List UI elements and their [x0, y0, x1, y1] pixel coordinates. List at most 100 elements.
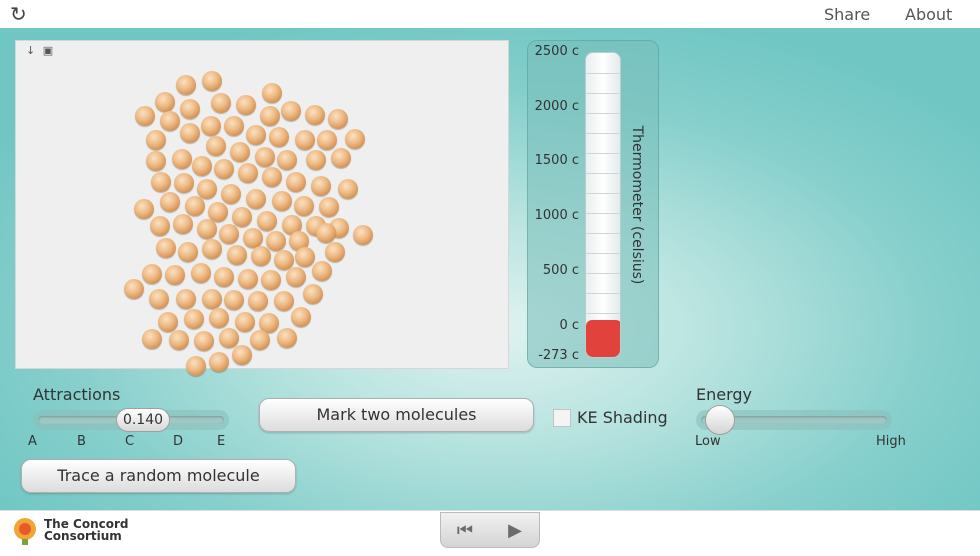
molecule[interactable]: [185, 196, 205, 216]
molecule[interactable]: [202, 289, 222, 309]
molecule[interactable]: [151, 172, 171, 192]
molecule[interactable]: [227, 245, 247, 265]
molecule[interactable]: [266, 231, 286, 251]
molecule[interactable]: [328, 109, 348, 129]
molecule[interactable]: [306, 150, 326, 170]
molecule[interactable]: [160, 111, 180, 131]
molecule[interactable]: [316, 223, 336, 243]
molecule[interactable]: [243, 228, 263, 248]
molecule[interactable]: [180, 123, 200, 143]
molecule[interactable]: [202, 239, 222, 259]
rewind-icon[interactable]: ⏮: [453, 521, 477, 541]
molecule[interactable]: [331, 148, 351, 168]
molecule[interactable]: [274, 291, 294, 311]
molecule[interactable]: [238, 163, 258, 183]
molecule[interactable]: [180, 99, 200, 119]
molecule[interactable]: [219, 328, 239, 348]
mark-two-molecules-button[interactable]: Mark two molecules: [259, 398, 534, 432]
molecule[interactable]: [142, 264, 162, 284]
molecule[interactable]: [142, 329, 162, 349]
play-icon[interactable]: ▶: [503, 521, 527, 541]
molecule[interactable]: [338, 179, 358, 199]
energy-slider-handle[interactable]: [705, 405, 735, 435]
molecule[interactable]: [176, 289, 196, 309]
molecule[interactable]: [191, 263, 211, 283]
molecule[interactable]: [232, 207, 252, 227]
molecule[interactable]: [135, 106, 155, 126]
molecule[interactable]: [165, 265, 185, 285]
molecule[interactable]: [305, 105, 325, 125]
molecule[interactable]: [317, 130, 337, 150]
molecule[interactable]: [174, 173, 194, 193]
molecule[interactable]: [251, 246, 271, 266]
molecule[interactable]: [221, 184, 241, 204]
molecule[interactable]: [303, 284, 323, 304]
molecule[interactable]: [186, 356, 206, 376]
molecule[interactable]: [353, 225, 373, 245]
molecule[interactable]: [295, 247, 315, 267]
molecule[interactable]: [197, 179, 217, 199]
molecule[interactable]: [192, 156, 212, 176]
molecule[interactable]: [197, 219, 217, 239]
about-link[interactable]: About: [905, 5, 952, 24]
molecule[interactable]: [211, 93, 231, 113]
molecule[interactable]: [319, 197, 339, 217]
molecule[interactable]: [238, 269, 258, 289]
molecule[interactable]: [150, 216, 170, 236]
molecule[interactable]: [178, 242, 198, 262]
molecule[interactable]: [214, 267, 234, 287]
molecule[interactable]: [295, 130, 315, 150]
trace-random-molecule-button[interactable]: Trace a random molecule: [21, 459, 296, 493]
molecule[interactable]: [214, 159, 234, 179]
molecule[interactable]: [236, 95, 256, 115]
molecule[interactable]: [345, 129, 365, 149]
molecule[interactable]: [156, 238, 176, 258]
reload-icon[interactable]: ↻: [10, 4, 28, 24]
molecule[interactable]: [257, 211, 277, 231]
ke-shading-checkbox[interactable]: [553, 409, 571, 427]
molecule[interactable]: [325, 242, 345, 262]
molecule[interactable]: [124, 279, 144, 299]
molecule[interactable]: [134, 199, 154, 219]
attractions-slider-handle[interactable]: 0.140: [116, 408, 170, 432]
molecule[interactable]: [248, 291, 268, 311]
molecule[interactable]: [224, 290, 244, 310]
molecule[interactable]: [262, 167, 282, 187]
molecule[interactable]: [312, 261, 332, 281]
molecule[interactable]: [201, 116, 221, 136]
molecule[interactable]: [291, 307, 311, 327]
molecule[interactable]: [209, 308, 229, 328]
molecule-simulation-view[interactable]: ↓ ▣: [15, 40, 509, 376]
molecule[interactable]: [235, 312, 255, 332]
molecule[interactable]: [277, 150, 297, 170]
molecule[interactable]: [255, 147, 275, 167]
molecule[interactable]: [230, 142, 250, 162]
molecule[interactable]: [250, 330, 270, 350]
molecule[interactable]: [202, 71, 222, 91]
molecule[interactable]: [294, 196, 314, 216]
molecule[interactable]: [281, 101, 301, 121]
molecule[interactable]: [286, 267, 306, 287]
molecule[interactable]: [262, 83, 282, 103]
molecule[interactable]: [194, 331, 214, 351]
molecule[interactable]: [209, 352, 229, 372]
molecule[interactable]: [184, 309, 204, 329]
molecule[interactable]: [246, 125, 266, 145]
molecule[interactable]: [149, 289, 169, 309]
molecule[interactable]: [146, 130, 166, 150]
molecule[interactable]: [261, 270, 281, 290]
molecule[interactable]: [173, 214, 193, 234]
molecule[interactable]: [224, 116, 244, 136]
molecule[interactable]: [172, 149, 192, 169]
molecule[interactable]: [269, 127, 289, 147]
molecule[interactable]: [260, 106, 280, 126]
molecule[interactable]: [277, 328, 297, 348]
molecule[interactable]: [311, 176, 331, 196]
share-link[interactable]: Share: [824, 5, 870, 24]
molecule[interactable]: [219, 224, 239, 244]
molecule[interactable]: [272, 191, 292, 211]
molecule[interactable]: [286, 172, 306, 192]
thermometer-icon[interactable]: ↓: [26, 44, 35, 57]
molecule[interactable]: [146, 151, 166, 171]
molecule[interactable]: [206, 136, 226, 156]
